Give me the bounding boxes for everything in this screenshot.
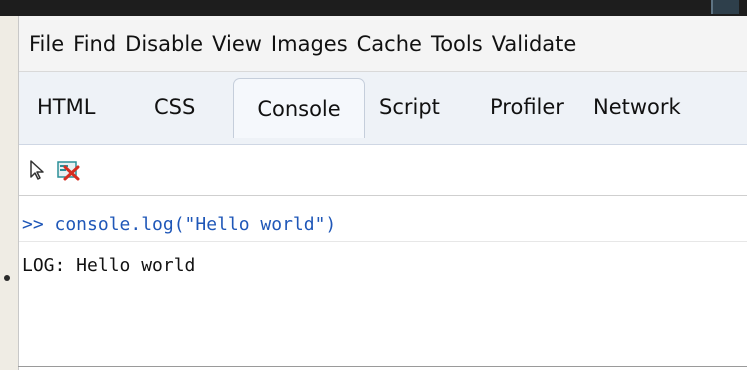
menu-view[interactable]: View <box>212 30 262 58</box>
console-toolbar <box>19 145 747 196</box>
bullet-dot <box>4 275 10 281</box>
tab-html[interactable]: HTML <box>37 91 95 123</box>
tab-css[interactable]: CSS <box>154 91 195 123</box>
menu-file[interactable]: File <box>29 30 64 58</box>
tab-bar: HTML CSS Console Script Profiler Network <box>19 72 747 145</box>
select-element-button[interactable] <box>25 157 51 183</box>
developer-tools-panel: File Find Disable View Images Cache Tool… <box>18 16 747 370</box>
bottom-divider <box>18 366 747 367</box>
menu-disable[interactable]: Disable <box>125 30 203 58</box>
tab-network[interactable]: Network <box>593 91 681 123</box>
clear-console-icon <box>57 161 80 181</box>
tab-script[interactable]: Script <box>379 91 440 123</box>
menu-images[interactable]: Images <box>271 30 348 58</box>
menu-cache[interactable]: Cache <box>357 30 422 58</box>
menu-tools[interactable]: Tools <box>431 30 483 58</box>
tab-console[interactable]: Console <box>233 78 365 138</box>
menu-find[interactable]: Find <box>73 30 116 58</box>
console-output-area: >> console.log("Hello world") LOG: Hello… <box>19 196 747 370</box>
menu-validate[interactable]: Validate <box>492 30 577 58</box>
clear-console-button[interactable] <box>56 157 82 183</box>
select-pointer-icon <box>30 160 44 180</box>
left-gutter <box>0 16 18 370</box>
window-top-strip <box>0 0 747 16</box>
window-corner-accent <box>711 0 739 14</box>
tab-profiler[interactable]: Profiler <box>490 91 564 123</box>
menu-bar: File Find Disable View Images Cache Tool… <box>19 16 747 72</box>
console-log-line: LOG: Hello world <box>22 255 196 276</box>
console-command-line: >> console.log("Hello world") <box>19 208 747 242</box>
